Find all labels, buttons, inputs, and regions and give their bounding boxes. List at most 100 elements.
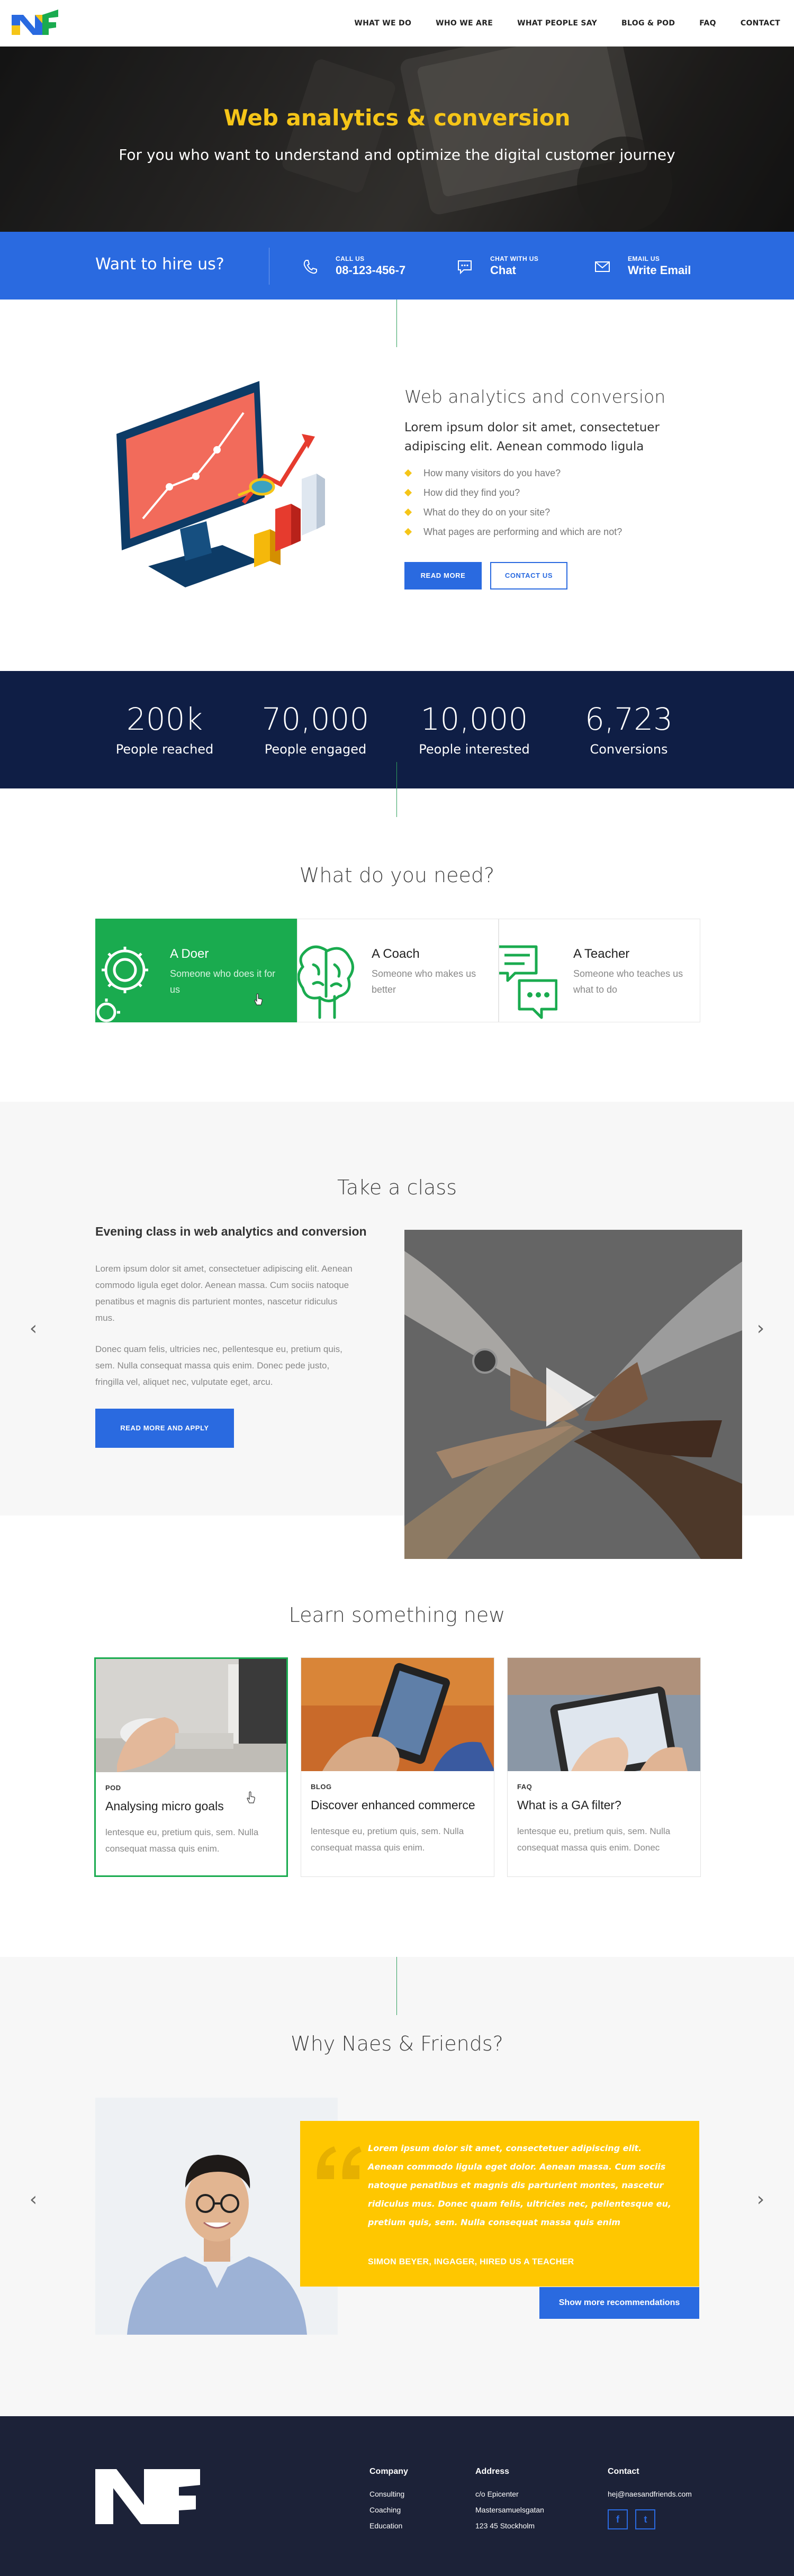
learn-card-blog[interactable]: BLOG Discover enhanced commerce lentesqu… [301, 1657, 494, 1877]
hero-background-image [0, 47, 794, 232]
quote-author: SIMON BEYER, INGAGER, HIRED US A TEACHER [368, 2257, 574, 2266]
call-us-label: CALL US [336, 255, 365, 262]
hero-subtitle: For you who want to understand and optim… [119, 146, 675, 164]
logo[interactable] [12, 10, 59, 36]
connector-line [396, 762, 397, 817]
read-more-button[interactable]: READ MORE [404, 562, 482, 589]
chat-icon [458, 260, 472, 275]
footer-contact: Contact hej@naesandfriends.com f t [608, 2467, 692, 2529]
stat-label: People interested [419, 742, 530, 757]
need-card-coach[interactable]: A Coach Someone who makes us better [297, 919, 499, 1022]
footer-logo[interactable] [95, 2469, 200, 2524]
stat-reached: 200k People reached [101, 701, 228, 757]
connector-line [396, 1957, 397, 2015]
class-section: Take a class Evening class in web analyt… [0, 1102, 794, 1559]
list-item: What do they do on your site? [423, 507, 622, 527]
learn-title: Learn something new [288, 1603, 506, 1627]
list-item: What pages are performing and which are … [423, 527, 622, 546]
phone-number: 08-123-456-7 [336, 264, 406, 277]
footer-link-education[interactable]: Education [369, 2518, 408, 2534]
card-title: Discover enhanced commerce [311, 1798, 475, 1812]
card-image [508, 1658, 700, 1771]
stat-conversions: 6,723 Conversions [565, 701, 692, 757]
card-text: lentesque eu, pretium quis, sem. Nulla c… [517, 1826, 671, 1853]
show-more-recommendations-button[interactable]: Show more recommendations [539, 2287, 699, 2319]
class-prev-arrow[interactable]: ‹ [25, 1319, 41, 1338]
nav-faq[interactable]: FAQ [699, 19, 716, 28]
connector-line [396, 300, 397, 347]
nav-what-people-say[interactable]: WHAT PEOPLE SAY [517, 19, 597, 28]
phone-icon [303, 260, 317, 274]
footer-link-coaching[interactable]: Coaching [369, 2502, 408, 2518]
quote-text: Lorem ipsum dolor sit amet, consectetuer… [368, 2143, 672, 2227]
need-desc-doer: Someone who does it for us [170, 968, 276, 995]
footer-email[interactable]: hej@naesandfriends.com [608, 2486, 692, 2502]
analytics-title: Web analytics and conversion [404, 386, 666, 407]
main-nav: WHAT WE DO WHO WE ARE WHAT PEOPLE SAY BL… [330, 0, 780, 47]
facebook-icon[interactable]: f [608, 2509, 628, 2529]
analytics-lead: Lorem ipsum dolor sit amet, consectetuer… [404, 421, 660, 453]
footer-link-consulting[interactable]: Consulting [369, 2486, 408, 2502]
footer-company: Company Consulting Coaching Education [369, 2467, 408, 2534]
address-line: 123 45 Stockholm [475, 2521, 535, 2530]
class-heading: Evening class in web analytics and conve… [95, 1224, 367, 1238]
stats-band: 200k People reached 70,000 People engage… [0, 671, 794, 788]
address-line: c/o Epicenter [475, 2490, 519, 2498]
list-item: How many visitors do you have? [423, 468, 622, 487]
learn-card-pod[interactable]: POD Analysing micro goals lentesque eu, … [94, 1657, 288, 1877]
address-line: Mastersamuelsgatan [475, 2506, 544, 2514]
need-desc-teacher: Someone who teaches us what to do [573, 968, 683, 995]
need-desc-coach: Someone who makes us better [372, 968, 476, 995]
analytics-monitor-illustration [116, 381, 325, 587]
gear-icon [96, 947, 148, 1023]
class-video[interactable] [404, 1230, 742, 1559]
email-link[interactable]: EMAIL US Write Email [594, 254, 716, 280]
footer-heading: Address [475, 2467, 510, 2476]
nav-who-we-are[interactable]: WHO WE ARE [436, 19, 493, 28]
stat-engaged: 70,000 People engaged [252, 701, 379, 757]
card-text: lentesque eu, pretium quis, sem. Nulla c… [311, 1826, 464, 1853]
card-text: lentesque eu, pretium quis, sem. Nulla c… [105, 1827, 259, 1854]
need-card-doer[interactable]: A Doer Someone who does it for us [95, 919, 297, 1023]
why-title: Why Naes & Friends? [291, 2032, 503, 2055]
hire-bar: Want to hire us? CALL US 08-123-456-7 CH… [0, 232, 794, 300]
chat-link[interactable]: CHAT WITH US Chat [456, 254, 562, 280]
stat-label: Conversions [590, 742, 668, 757]
brain-icon [297, 945, 354, 1019]
email-label: EMAIL US [628, 255, 660, 262]
list-item: How did they find you? [423, 487, 622, 507]
footer-heading: Company [369, 2467, 408, 2476]
speech-bubble-icon [499, 945, 557, 1019]
cursor-hand-icon [254, 993, 263, 1005]
nav-what-we-do[interactable]: WHAT WE DO [354, 19, 411, 28]
hire-title: Want to hire us? [95, 255, 224, 274]
need-title-doer: A Doer [170, 947, 209, 961]
stat-number: 10,000 [420, 701, 528, 737]
footer-heading: Contact [608, 2467, 639, 2476]
call-us-link[interactable]: CALL US 08-123-456-7 [302, 254, 429, 280]
need-title-coach: A Coach [372, 947, 420, 961]
need-title-teacher: A Teacher [573, 947, 630, 961]
learn-card-faq[interactable]: FAQ What is a GA filter? lentesque eu, p… [507, 1657, 701, 1877]
email-value: Write Email [628, 264, 691, 277]
class-next-arrow[interactable]: › [753, 1319, 769, 1338]
contact-us-button[interactable]: CONTACT US [490, 562, 567, 589]
stat-label: People engaged [264, 742, 367, 757]
stat-number: 200k [126, 701, 203, 737]
why-prev-arrow[interactable]: ‹ [25, 2190, 41, 2209]
card-category: POD [105, 1784, 121, 1792]
testimonial-quote: Lorem ipsum dolor sit amet, consectetuer… [300, 2121, 699, 2287]
analytics-list: How many visitors do you have? How did t… [423, 468, 622, 546]
why-next-arrow[interactable]: › [753, 2190, 769, 2209]
chat-value: Chat [490, 264, 516, 277]
nav-blog-pod[interactable]: BLOG & POD [621, 19, 675, 28]
twitter-icon[interactable]: t [635, 2509, 656, 2529]
cursor-hand-icon [247, 1791, 255, 1803]
why-section: Why Naes & Friends? Lorem ipsum dolor si… [0, 1957, 794, 2416]
nav-contact[interactable]: CONTACT [741, 19, 780, 28]
class-title: Take a class [337, 1176, 457, 1199]
footer-address: Address c/o Epicenter Mastersamuelsgatan… [475, 2467, 544, 2534]
need-card-teacher[interactable]: A Teacher Someone who teaches us what to… [499, 919, 700, 1022]
read-more-apply-button[interactable]: READ MORE AND APPLY [95, 1409, 234, 1448]
class-paragraph-2: Donec quam felis, ultricies nec, pellent… [95, 1344, 342, 1387]
